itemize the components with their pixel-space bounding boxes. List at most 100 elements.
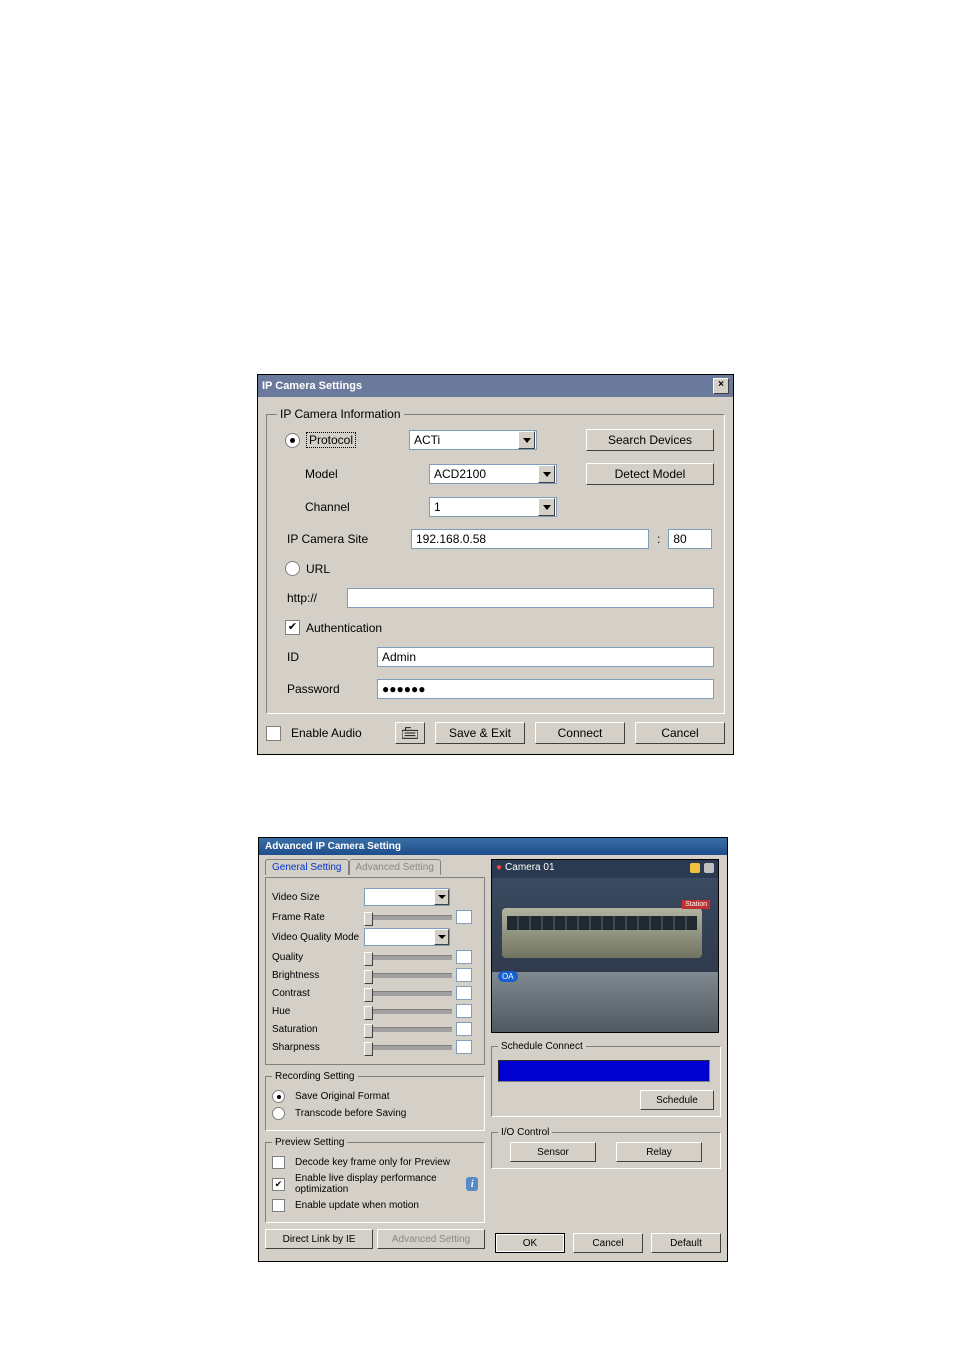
video-quality-mode-label: Video Quality Mode (272, 932, 360, 943)
default-button[interactable]: Default (651, 1233, 721, 1253)
left-column: General Setting Advanced Setting Video S… (265, 859, 485, 1253)
frame-rate-label: Frame Rate (272, 912, 360, 923)
protocol-combo[interactable]: ACTi (409, 430, 537, 450)
id-value: Admin (382, 650, 416, 664)
sharpness-slider[interactable] (364, 1045, 452, 1050)
url-input[interactable] (347, 588, 714, 608)
schedule-bar[interactable] (498, 1060, 710, 1082)
enable-live-checkbox[interactable]: ✔ (272, 1178, 285, 1191)
hue-label: Hue (272, 1006, 360, 1017)
port-input[interactable]: 80 (668, 529, 712, 549)
protocol-label: Protocol (306, 432, 356, 448)
chevron-down-icon (434, 889, 449, 905)
titlebar: Advanced IP Camera Setting (259, 838, 727, 855)
record-icon: ● (496, 862, 502, 873)
frame-rate-slider[interactable] (364, 915, 452, 920)
audio-icon[interactable] (704, 863, 714, 873)
enable-update-checkbox[interactable] (272, 1199, 285, 1212)
tab-general-setting[interactable]: General Setting (265, 859, 349, 875)
close-icon[interactable]: × (713, 378, 729, 394)
general-setting-panel: Video Size Frame Rate Video Quality Mode… (265, 877, 485, 1065)
transcode-radio[interactable] (272, 1107, 285, 1120)
preview-scene: Station OA (492, 878, 718, 1032)
decode-key-label: Decode key frame only for Preview (295, 1157, 450, 1168)
frame-rate-value[interactable] (456, 910, 472, 924)
info-icon[interactable]: i (466, 1177, 478, 1191)
dialog-title: IP Camera Settings (262, 380, 362, 392)
chevron-down-icon (434, 929, 449, 945)
sharpness-label: Sharpness (272, 1042, 360, 1053)
model-value: ACD2100 (434, 467, 486, 481)
protocol-value: ACTi (414, 433, 440, 447)
contrast-value[interactable] (456, 986, 472, 1000)
hue-slider[interactable] (364, 1009, 452, 1014)
brightness-slider[interactable] (364, 973, 452, 978)
video-size-combo[interactable] (364, 888, 450, 906)
model-combo[interactable]: ACD2100 (429, 464, 557, 484)
direct-link-button[interactable]: Direct Link by IE (265, 1229, 373, 1249)
password-input[interactable]: ●●●●●● (377, 679, 714, 699)
sharpness-value[interactable] (456, 1040, 472, 1054)
model-label: Model (277, 467, 425, 481)
saturation-slider[interactable] (364, 1027, 452, 1032)
ip-camera-information-group: IP Camera Information Protocol ACTi Sear… (266, 407, 725, 714)
io-control-group: I/O Control Sensor Relay (491, 1127, 721, 1169)
preview-setting-group: Preview Setting Decode key frame only fo… (265, 1137, 485, 1223)
schedule-button[interactable]: Schedule (640, 1090, 714, 1110)
chevron-down-icon (518, 431, 535, 449)
titlebar: IP Camera Settings × (258, 375, 733, 397)
transcode-label: Transcode before Saving (295, 1108, 406, 1119)
quality-slider[interactable] (364, 955, 452, 960)
connect-button[interactable]: Connect (535, 722, 625, 744)
id-input[interactable]: Admin (377, 647, 714, 667)
io-control-legend: I/O Control (498, 1127, 552, 1138)
snapshot-icon[interactable] (690, 863, 700, 873)
sensor-button[interactable]: Sensor (510, 1142, 596, 1162)
save-exit-button[interactable]: Save & Exit (435, 722, 525, 744)
station-sign: Station (682, 900, 710, 909)
advanced-ip-camera-setting-dialog: Advanced IP Camera Setting General Setti… (258, 837, 728, 1262)
recording-setting-legend: Recording Setting (272, 1071, 358, 1082)
protocol-radio[interactable] (285, 433, 300, 448)
group-legend: IP Camera Information (277, 407, 404, 421)
video-quality-mode-combo[interactable] (364, 928, 450, 946)
password-label: Password (277, 682, 373, 696)
ip-camera-site-input[interactable]: 192.168.0.58 (411, 529, 649, 549)
brightness-value[interactable] (456, 968, 472, 982)
port-separator: : (653, 532, 664, 546)
url-radio[interactable] (285, 561, 300, 576)
advanced-setting-button[interactable]: Advanced Setting (377, 1229, 485, 1249)
saturation-value[interactable] (456, 1022, 472, 1036)
hue-value[interactable] (456, 1004, 472, 1018)
dialog-body: IP Camera Information Protocol ACTi Sear… (258, 397, 733, 754)
url-prefix: http:// (277, 591, 343, 605)
contrast-slider[interactable] (364, 991, 452, 996)
ok-button[interactable]: OK (495, 1233, 565, 1253)
decode-key-checkbox[interactable] (272, 1156, 285, 1169)
keyboard-icon-button[interactable] (395, 722, 425, 744)
authentication-checkbox[interactable]: ✔ (285, 620, 300, 635)
tab-advanced-setting[interactable]: Advanced Setting (349, 859, 441, 875)
channel-combo[interactable]: 1 (429, 497, 557, 517)
video-size-label: Video Size (272, 892, 360, 903)
preview-setting-legend: Preview Setting (272, 1137, 347, 1148)
enable-audio-label: Enable Audio (291, 726, 362, 740)
brightness-label: Brightness (272, 970, 360, 981)
cancel-button[interactable]: Cancel (635, 722, 725, 744)
password-value: ●●●●●● (382, 682, 426, 696)
camera-label: Camera 01 (505, 862, 554, 873)
search-devices-button[interactable]: Search Devices (586, 429, 714, 451)
enable-audio-checkbox[interactable] (266, 726, 281, 741)
relay-button[interactable]: Relay (616, 1142, 702, 1162)
oa-badge: OA (498, 971, 518, 982)
quality-value[interactable] (456, 950, 472, 964)
authentication-label: Authentication (306, 621, 382, 635)
channel-value: 1 (434, 500, 441, 514)
save-original-radio[interactable] (272, 1090, 285, 1103)
cancel-button[interactable]: Cancel (573, 1233, 643, 1253)
detect-model-button[interactable]: Detect Model (586, 463, 714, 485)
enable-live-label: Enable live display performance optimiza… (295, 1173, 458, 1195)
enable-update-label: Enable update when motion (295, 1200, 419, 1211)
dialog-title: Advanced IP Camera Setting (265, 841, 401, 852)
port-value: 80 (673, 532, 686, 546)
